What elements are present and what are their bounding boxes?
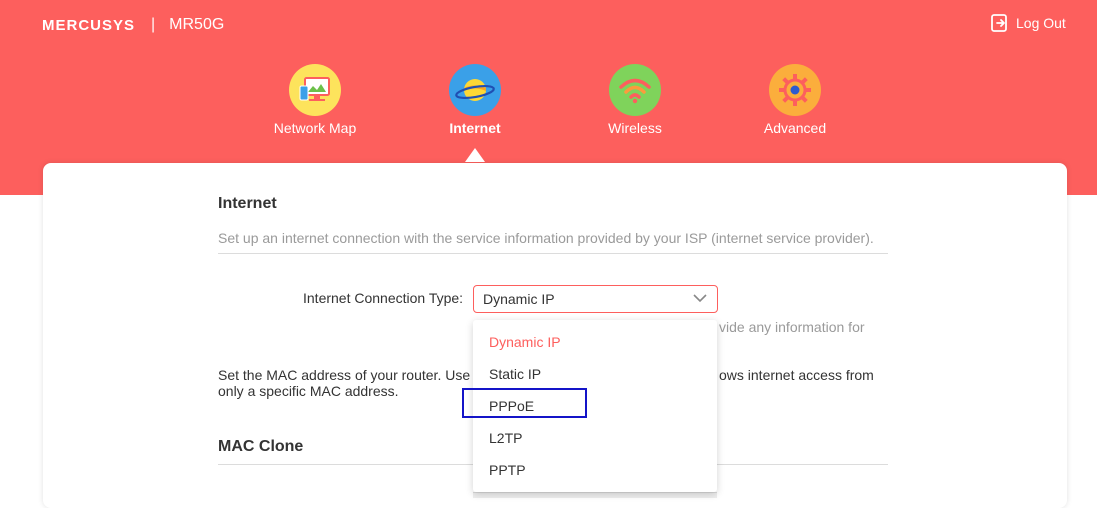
connection-type-value: Dynamic IP (483, 291, 555, 307)
model-name: MR50G (169, 16, 225, 33)
internet-planet-icon (449, 64, 501, 116)
nav-label: Network Map (273, 120, 357, 136)
nav-wireless[interactable]: Wireless (580, 64, 690, 136)
connection-type-select[interactable]: Dynamic IP (473, 285, 718, 313)
chevron-down-icon (693, 294, 707, 303)
mac-description-line1: Set the MAC address of your router. Use (218, 367, 471, 383)
logout-button[interactable]: Log Out (991, 13, 1066, 33)
logout-label: Log Out (1016, 15, 1066, 31)
brand: MERCUSYS | MR50G (42, 15, 224, 35)
brand-logo: MERCUSYS (42, 16, 136, 34)
active-tab-pointer (465, 148, 485, 162)
option-static-ip[interactable]: Static IP (489, 366, 541, 382)
nav-label: Internet (449, 120, 501, 136)
nav-label: Advanced (763, 120, 827, 136)
option-dynamic-ip[interactable]: Dynamic IP (489, 334, 561, 350)
mac-description-line1-end: ows internet access from (719, 367, 874, 383)
nav-advanced[interactable]: Advanced (740, 64, 850, 136)
mac-clone-title: MAC Clone (218, 438, 304, 455)
gear-icon (769, 64, 821, 116)
option-pptp[interactable]: PPTP (489, 462, 526, 478)
internet-section-description: Set up an internet connection with the s… (218, 230, 874, 246)
wifi-icon (609, 64, 661, 116)
dropdown-scroll-edge (473, 492, 717, 498)
logout-icon (991, 14, 1007, 32)
nav-internet[interactable]: Internet (420, 64, 530, 136)
connection-type-label: Internet Connection Type: (303, 290, 464, 306)
network-map-icon (289, 64, 341, 116)
mac-description-line2: only a specific MAC address. (218, 383, 399, 399)
pppoe-highlight-box (462, 388, 587, 418)
divider (218, 253, 888, 254)
brand-separator: | (151, 16, 156, 33)
internet-section-title: Internet (218, 195, 277, 212)
nav-network-map[interactable]: Network Map (260, 64, 370, 136)
nav-label: Wireless (608, 120, 662, 136)
connection-hint-text: vide any information for (719, 319, 865, 335)
option-l2tp[interactable]: L2TP (489, 430, 522, 446)
